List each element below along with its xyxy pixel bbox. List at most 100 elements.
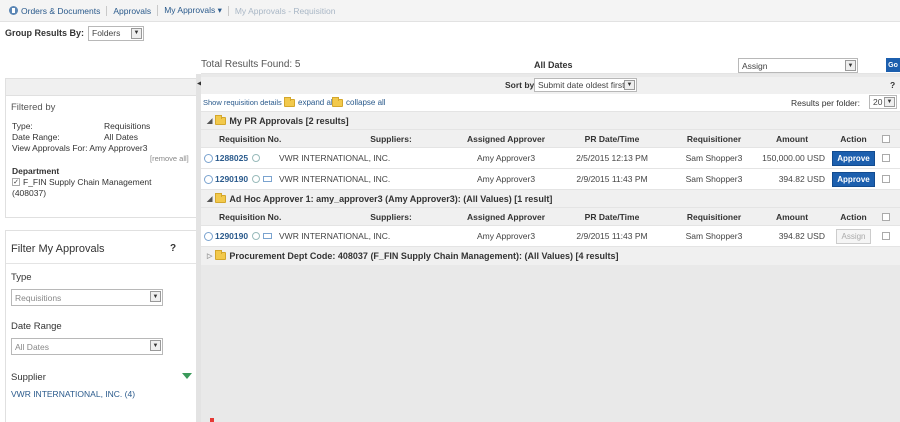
row-checkbox[interactable] — [882, 226, 890, 246]
date-range-select[interactable]: All Dates ▼ — [11, 338, 163, 355]
col-requisitioner[interactable]: Requisitioner — [669, 130, 759, 147]
chevron-down-icon[interactable]: ▼ — [150, 291, 161, 302]
view-approvals-for: View Approvals For: Amy Approver3 — [12, 143, 148, 153]
folder-row[interactable]: ◢ My PR Approvals [2 results] — [201, 112, 900, 130]
select-all-checkbox[interactable] — [882, 130, 890, 147]
remove-all-link[interactable]: [remove all] — [150, 154, 189, 163]
department-title: Department — [12, 166, 60, 176]
requisitioner-cell: Sam Shopper3 — [685, 153, 743, 163]
print-icon[interactable] — [263, 176, 273, 182]
breadcrumb-approvals[interactable]: Approvals — [106, 5, 157, 16]
approver-cell: Amy Approver3 — [476, 174, 536, 184]
folder-title[interactable]: Ad Hoc Approver 1: amy_approver3 (Amy Ap… — [229, 194, 552, 204]
col-requisition[interactable]: Requisition No. — [219, 130, 281, 147]
sort-label: Sort by: — [505, 80, 538, 90]
folder-row[interactable]: ▷ Procurement Dept Code: 408037 (F_FIN S… — [201, 247, 900, 265]
expand-all-link[interactable]: expand all — [284, 96, 334, 107]
chevron-down-icon[interactable]: ▼ — [624, 80, 635, 90]
preview-icon[interactable] — [252, 154, 261, 162]
folder-title[interactable]: My PR Approvals [2 results] — [229, 116, 348, 126]
col-amount[interactable]: Amount — [757, 130, 827, 147]
collapse-triangle-icon[interactable]: ◢ — [207, 117, 212, 125]
col-date[interactable]: PR Date/Time — [563, 208, 661, 225]
amount-cell: 150,000.00 USD — [762, 153, 825, 163]
table-row: 1288025 VWR INTERNATIONAL, INC. Amy Appr… — [201, 148, 900, 169]
col-approver[interactable]: Assigned Approver — [451, 208, 561, 225]
col-amount[interactable]: Amount — [757, 208, 827, 225]
assign-button[interactable]: Assign — [836, 228, 871, 244]
breadcrumb: Orders & Documents Approvals My Approval… — [0, 0, 900, 22]
per-folder-select[interactable]: 20 ▼ — [869, 95, 897, 109]
department-checkbox[interactable] — [12, 178, 20, 186]
col-approver[interactable]: Assigned Approver — [451, 130, 561, 147]
department-value: F_FIN Supply Chain Management — [23, 177, 152, 187]
breadcrumb-current: My Approvals - Requisition — [227, 5, 342, 16]
col-requisition[interactable]: Requisition No. — [219, 208, 281, 225]
select-all-checkbox[interactable] — [882, 208, 890, 225]
sort-select[interactable]: Submit date oldest first ▼ — [534, 78, 637, 92]
requisition-icon — [204, 153, 213, 163]
chevron-down-icon[interactable]: ▼ — [131, 27, 143, 39]
folder-title[interactable]: Procurement Dept Code: 408037 (F_FIN Sup… — [229, 251, 618, 261]
assign-select[interactable]: Assign ▼ — [738, 58, 858, 73]
show-details-link[interactable]: Show requisition details — [203, 98, 282, 107]
expand-triangle-icon[interactable]: ▷ — [207, 252, 212, 260]
group-results-bar: Group Results By: Folders ▼ — [0, 22, 900, 44]
filter-icon[interactable] — [182, 371, 192, 381]
filtered-by-title: Filtered by — [11, 102, 56, 113]
requisitioner-cell: Sam Shopper3 — [685, 174, 743, 184]
date-range-label: Date Range — [11, 321, 62, 332]
department-filter[interactable]: F_FIN Supply Chain Management — [12, 177, 152, 187]
type-select-value: Requisitions — [15, 292, 62, 303]
requisitioner-cell: Sam Shopper3 — [685, 231, 743, 241]
table-row: 1290190 VWR INTERNATIONAL, INC. Amy Appr… — [201, 169, 900, 190]
date-cell: 2/9/2015 11:43 PM — [576, 231, 648, 241]
breadcrumb-my-approvals[interactable]: My Approvals ▾ — [157, 5, 228, 16]
approve-button[interactable]: Approve — [832, 150, 875, 166]
collapse-triangle-icon[interactable]: ◢ — [207, 195, 212, 203]
results-area: Total Results Found: 5 All Dates Assign … — [201, 56, 900, 422]
group-by-select[interactable]: Folders ▼ — [88, 25, 145, 41]
col-action: Action — [840, 133, 867, 144]
assign-select-value: Assign — [742, 60, 768, 71]
col-suppliers[interactable]: Suppliers: — [328, 130, 454, 147]
left-sidebar: Filtered by Type: Requisitions Date Rang… — [0, 74, 197, 422]
chevron-down-icon[interactable]: ▼ — [884, 97, 895, 107]
col-suppliers[interactable]: Suppliers: — [328, 208, 454, 225]
date-cell: 2/5/2015 12:13 PM — [576, 153, 648, 163]
preview-icon[interactable] — [252, 232, 261, 240]
row-checkbox[interactable] — [882, 169, 890, 189]
preview-icon[interactable] — [252, 175, 261, 183]
filter-date-value: All Dates — [104, 132, 139, 142]
requisition-link[interactable]: 1288025 — [215, 153, 248, 163]
chevron-down-icon[interactable]: ▼ — [150, 340, 161, 351]
type-select[interactable]: Requisitions ▼ — [11, 289, 163, 306]
print-icon[interactable] — [263, 233, 273, 239]
group-by-value: Folders — [92, 28, 121, 38]
filtered-by-panel: Filtered by Type: Requisitions Date Rang… — [5, 78, 197, 218]
col-date[interactable]: PR Date/Time — [563, 130, 661, 147]
filter-type-value: Requisitions — [104, 121, 151, 131]
supplier-cell: VWR INTERNATIONAL, INC. — [279, 231, 391, 241]
filter-help-icon[interactable]: ? — [170, 243, 176, 254]
folder-row[interactable]: ◢ Ad Hoc Approver 1: amy_approver3 (Amy … — [201, 190, 900, 208]
breadcrumb-orders-documents[interactable]: Orders & Documents — [3, 6, 106, 16]
approve-button[interactable]: Approve — [832, 171, 875, 187]
collapse-all-link[interactable]: collapse all — [332, 96, 386, 107]
date-range-select-value: All Dates — [15, 341, 50, 352]
supplier-option[interactable]: VWR INTERNATIONAL, INC. (4) — [11, 389, 135, 399]
requisition-link[interactable]: 1290190 — [215, 174, 248, 184]
go-button[interactable]: Go — [886, 58, 900, 72]
help-icon[interactable]: ? — [890, 80, 895, 90]
chevron-down-icon[interactable]: ▼ — [845, 60, 856, 71]
amount-cell: 394.82 USD — [778, 174, 825, 184]
expand-bar: Show requisition details expand all coll… — [201, 94, 900, 112]
folder-icon — [215, 250, 227, 260]
col-requisitioner[interactable]: Requisitioner — [669, 208, 759, 225]
row-checkbox[interactable] — [882, 148, 890, 168]
filter-type-label: Type: — [12, 121, 33, 131]
requisition-link[interactable]: 1290190 — [215, 231, 248, 241]
folder-icon — [215, 192, 227, 203]
results-header: Total Results Found: 5 All Dates Assign … — [201, 56, 900, 74]
col-action: Action — [840, 211, 867, 222]
